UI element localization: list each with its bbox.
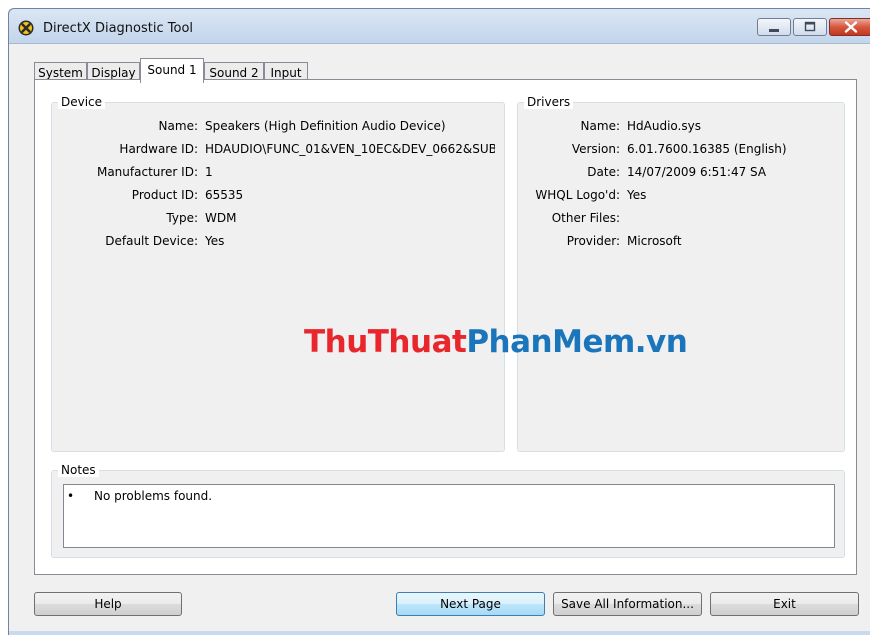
watermark-part: ThuThuat: [304, 324, 467, 360]
notes-group-title: Notes: [58, 463, 99, 477]
button-label: Next Page: [440, 597, 501, 611]
field-label: Hardware ID:: [119, 142, 198, 156]
button-label: Save All Information...: [561, 597, 694, 611]
client-area: System Display Sound 1 Sound 2 Input Dev…: [9, 43, 870, 635]
window-bottom-border: [9, 631, 870, 635]
field-value: HDAUDIO\FUNC_01&VEN_10EC&DEV_0662&SUBS': [205, 142, 495, 156]
note-item: No problems found.: [94, 489, 213, 503]
notes-textbox[interactable]: • No problems found.: [63, 484, 835, 548]
field-label: Product ID:: [131, 188, 198, 202]
drivers-group-title: Drivers: [524, 95, 574, 109]
drivers-group: Drivers Name: HdAudio.sys Version: 6.01.…: [517, 95, 845, 452]
save-all-information-button[interactable]: Save All Information...: [553, 592, 702, 616]
minimize-icon: [769, 29, 779, 32]
field-label: Provider:: [566, 234, 620, 248]
tab-label: Display: [91, 66, 136, 80]
field-value: 14/07/2009 6:51:47 SA: [627, 165, 767, 179]
field-label: Name:: [158, 119, 198, 133]
tab-label: Sound 1: [147, 63, 197, 77]
notes-group: Notes • No problems found.: [51, 463, 845, 558]
field-value: 6.01.7600.16385 (English): [627, 142, 787, 156]
dxdiag-window: DirectX Diagnostic Tool System Display S…: [8, 8, 870, 635]
button-label: Exit: [773, 597, 796, 611]
directx-app-icon: [18, 20, 34, 36]
button-label: Help: [94, 597, 122, 611]
tab-label: System: [38, 66, 83, 80]
close-button[interactable]: [829, 18, 870, 36]
device-group: Device Name: Speakers (High Definition A…: [51, 95, 505, 452]
watermark-part: PhanMem: [466, 324, 635, 360]
field-value: Speakers (High Definition Audio Device): [205, 119, 446, 133]
maximize-button[interactable]: [793, 18, 827, 36]
field-label: Type:: [166, 211, 198, 225]
help-button[interactable]: Help: [34, 592, 182, 616]
maximize-icon: [804, 21, 816, 32]
field-label: WHQL Logo'd:: [535, 188, 620, 202]
watermark-logo: ThuThuatPhanMem.vn: [304, 324, 688, 360]
tab-sound-1[interactable]: Sound 1: [140, 58, 204, 83]
field-label: Name:: [580, 119, 620, 133]
field-label: Default Device:: [105, 234, 198, 248]
exit-button[interactable]: Exit: [710, 592, 859, 616]
field-label: Date:: [587, 165, 620, 179]
field-value: Microsoft: [627, 234, 682, 248]
field-label: Other Files:: [551, 211, 620, 225]
watermark-part: .vn: [634, 324, 688, 360]
field-label: Manufacturer ID:: [96, 165, 198, 179]
bullet-glyph: •: [67, 489, 75, 503]
minimize-button[interactable]: [757, 18, 791, 36]
title-bar[interactable]: DirectX Diagnostic Tool: [9, 9, 870, 43]
field-value: WDM: [205, 211, 237, 225]
field-value: 1: [205, 165, 213, 179]
field-value: 65535: [205, 188, 244, 202]
next-page-button[interactable]: Next Page: [396, 592, 545, 616]
tab-label: Input: [270, 66, 302, 80]
field-value: Yes: [627, 188, 647, 202]
field-value: Yes: [205, 234, 225, 248]
window-title: DirectX Diagnostic Tool: [43, 21, 194, 36]
field-value: HdAudio.sys: [627, 119, 701, 133]
tab-label: Sound 2: [209, 66, 259, 80]
close-icon: [844, 21, 858, 33]
field-label: Version:: [571, 142, 620, 156]
device-group-title: Device: [58, 95, 106, 109]
